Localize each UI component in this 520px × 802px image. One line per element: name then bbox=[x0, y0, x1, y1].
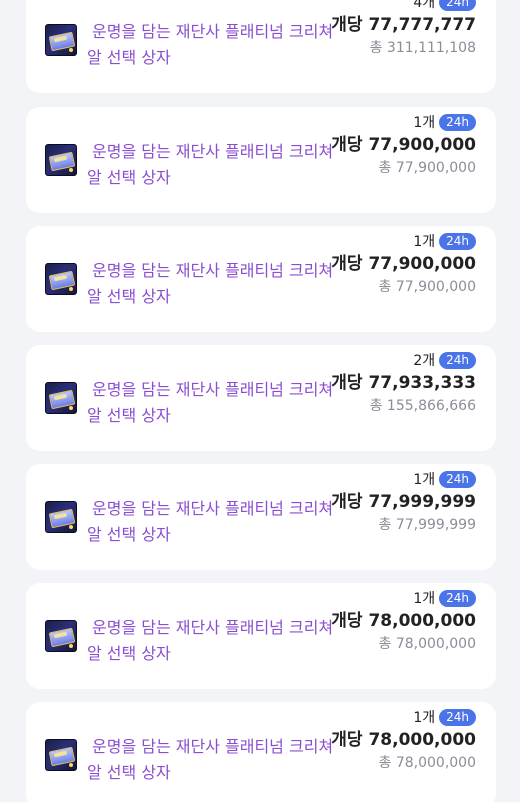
quantity: 1개 bbox=[413, 591, 436, 607]
quantity: 1개 bbox=[413, 115, 436, 131]
listing-card[interactable]: 운명을 담는 재단사 플래티넘 크리쳐 알 선택 상자 4개 24h 개당 77… bbox=[26, 0, 496, 93]
total-price: 총 77,999,999 bbox=[378, 517, 477, 533]
total-price: 총 78,000,000 bbox=[378, 755, 477, 771]
price-area: 1개 24h 개당 78,000,000 총 78,000,000 bbox=[306, 706, 476, 774]
item-name: 운명을 담는 재단사 플래티넘 크리쳐 알 선택 상자 bbox=[87, 737, 334, 782]
listing-card[interactable]: 운명을 담는 재단사 플래티넘 크리쳐 알 선택 상자 1개 24h 개당 78… bbox=[26, 583, 496, 689]
quantity: 1개 bbox=[413, 710, 436, 726]
price-area: 2개 24h 개당 77,933,333 총 155,866,666 bbox=[306, 349, 476, 417]
duration-badge: 24h bbox=[439, 470, 476, 488]
unit-price: 개당 77,933,333 bbox=[331, 373, 476, 393]
total-price: 총 78,000,000 bbox=[378, 636, 477, 652]
price-area: 1개 24h 개당 78,000,000 총 78,000,000 bbox=[306, 587, 476, 655]
listing-card[interactable]: 운명을 담는 재단사 플래티넘 크리쳐 알 선택 상자 1개 24h 개당 77… bbox=[26, 464, 496, 570]
total-price: 총 77,900,000 bbox=[378, 279, 477, 295]
unit-price: 개당 78,000,000 bbox=[331, 730, 476, 750]
platinum-creature-egg-box-icon bbox=[45, 620, 77, 652]
price-area: 1개 24h 개당 77,900,000 총 77,900,000 bbox=[306, 111, 476, 179]
unit-price: 개당 78,000,000 bbox=[331, 611, 476, 631]
unit-price: 개당 77,999,999 bbox=[331, 492, 476, 512]
platinum-creature-egg-box-icon bbox=[45, 382, 77, 414]
platinum-creature-egg-box-icon bbox=[45, 739, 77, 771]
platinum-creature-egg-box-icon bbox=[45, 501, 77, 533]
platinum-creature-egg-box-icon bbox=[45, 144, 77, 176]
quantity: 4개 bbox=[413, 0, 436, 11]
total-price: 총 311,111,108 bbox=[369, 40, 476, 56]
duration-badge: 24h bbox=[439, 0, 476, 11]
price-area: 4개 24h 개당 77,777,777 총 311,111,108 bbox=[306, 0, 476, 59]
item-name: 운명을 담는 재단사 플래티넘 크리쳐 알 선택 상자 bbox=[87, 142, 334, 187]
item-name: 운명을 담는 재단사 플래티넘 크리쳐 알 선택 상자 bbox=[87, 499, 334, 544]
unit-price: 개당 77,900,000 bbox=[331, 135, 476, 155]
unit-price: 개당 77,777,777 bbox=[331, 15, 476, 35]
duration-badge: 24h bbox=[439, 708, 476, 726]
duration-badge: 24h bbox=[439, 232, 476, 250]
item-name: 운명을 담는 재단사 플래티넘 크리쳐 알 선택 상자 bbox=[87, 618, 334, 663]
platinum-creature-egg-box-icon bbox=[45, 263, 77, 295]
price-area: 1개 24h 개당 77,999,999 총 77,999,999 bbox=[306, 468, 476, 536]
platinum-creature-egg-box-icon bbox=[45, 24, 77, 56]
unit-price: 개당 77,900,000 bbox=[331, 254, 476, 274]
item-name: 운명을 담는 재단사 플래티넘 크리쳐 알 선택 상자 bbox=[87, 22, 334, 67]
listing-card[interactable]: 운명을 담는 재단사 플래티넘 크리쳐 알 선택 상자 1개 24h 개당 78… bbox=[26, 702, 496, 802]
quantity: 1개 bbox=[413, 472, 436, 488]
item-name: 운명을 담는 재단사 플래티넘 크리쳐 알 선택 상자 bbox=[87, 261, 334, 306]
listing-card[interactable]: 운명을 담는 재단사 플래티넘 크리쳐 알 선택 상자 1개 24h 개당 77… bbox=[26, 107, 496, 213]
duration-badge: 24h bbox=[439, 589, 476, 607]
item-name: 운명을 담는 재단사 플래티넘 크리쳐 알 선택 상자 bbox=[87, 380, 334, 425]
listing-card[interactable]: 운명을 담는 재단사 플래티넘 크리쳐 알 선택 상자 2개 24h 개당 77… bbox=[26, 345, 496, 451]
total-price: 총 155,866,666 bbox=[369, 398, 476, 414]
listing-card[interactable]: 운명을 담는 재단사 플래티넘 크리쳐 알 선택 상자 1개 24h 개당 77… bbox=[26, 226, 496, 332]
duration-badge: 24h bbox=[439, 351, 476, 369]
total-price: 총 77,900,000 bbox=[378, 160, 477, 176]
duration-badge: 24h bbox=[439, 113, 476, 131]
price-area: 1개 24h 개당 77,900,000 총 77,900,000 bbox=[306, 230, 476, 298]
quantity: 1개 bbox=[413, 234, 436, 250]
auction-listing-list: 운명을 담는 재단사 플래티넘 크리쳐 알 선택 상자 4개 24h 개당 77… bbox=[0, 0, 520, 802]
quantity: 2개 bbox=[413, 353, 436, 369]
